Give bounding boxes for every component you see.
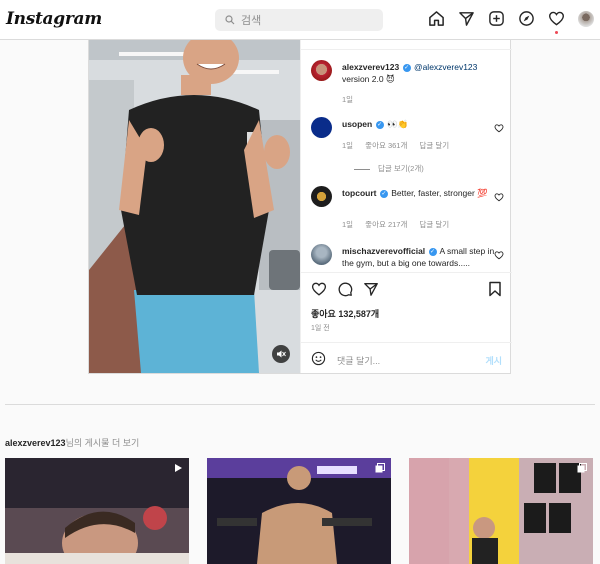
emoji-icon[interactable] <box>311 351 326 366</box>
reel-icon <box>175 464 182 472</box>
comment-like-icon[interactable] <box>494 192 504 202</box>
comment-text-block: usopen ✓ 👀👏 <box>342 118 502 130</box>
comment-username[interactable]: mischazverevofficial <box>342 246 425 256</box>
comment-likes[interactable]: 좋아요 361개 <box>365 141 407 150</box>
posted-ago[interactable]: 1일 전 <box>311 323 330 333</box>
verified-badge-icon: ✓ <box>428 247 437 256</box>
search-placeholder: 검색 <box>241 15 262 27</box>
more-posts-label: 님의 게시물 더 보기 <box>65 438 140 448</box>
replies-dash <box>354 168 370 170</box>
top-navigation-bar: Instagram 검색 <box>0 0 600 40</box>
comment-item: topcourt ✓ Better, faster, stronger 💯 1일… <box>311 186 506 246</box>
commenter-avatar[interactable] <box>311 244 332 265</box>
notification-dot <box>555 31 558 34</box>
comment-like-icon[interactable] <box>494 250 504 260</box>
commenter-avatar[interactable] <box>311 117 332 138</box>
more-posts-heading: alexzverev123님의 게시물 더 보기 <box>5 436 139 449</box>
post-actions: 좋아요 132,587개 1일 전 댓글 달기... 게시 <box>301 272 512 373</box>
likes-count[interactable]: 좋아요 132,587개 <box>311 307 379 320</box>
post-sidebar: alexzverev123 ✓ @alexzverev123 version 2… <box>300 40 512 373</box>
comments-top-divider <box>301 49 512 50</box>
reply-link[interactable]: 답글 달기 <box>419 220 449 229</box>
comment-item: usopen ✓ 👀👏 1일 좋아요 361개 답글 달기 답글 보기(2개) <box>311 117 506 187</box>
search-icon <box>225 15 235 25</box>
home-icon[interactable] <box>428 10 445 27</box>
commenter-avatar[interactable] <box>311 186 332 207</box>
verified-badge-icon: ✓ <box>375 120 384 129</box>
verified-badge-icon: ✓ <box>402 63 411 72</box>
comment-text: Better, faster, stronger 💯 <box>391 188 488 198</box>
post-thumbnail[interactable] <box>207 458 391 564</box>
explore-icon[interactable] <box>518 10 535 27</box>
caption-mention[interactable]: @alexzverev123 <box>414 62 477 72</box>
caption-text: version 2.0 😈 <box>342 74 395 84</box>
thumbnail-image <box>207 458 391 564</box>
multiple-images-icon <box>577 463 587 473</box>
add-comment-input[interactable]: 댓글 달기... <box>337 354 380 367</box>
post-thumbnail[interactable] <box>409 458 593 564</box>
search-input[interactable]: 검색 <box>215 9 383 31</box>
reply-link[interactable]: 답글 달기 <box>419 141 449 150</box>
action-icons <box>311 281 379 297</box>
activity-icon[interactable] <box>548 10 565 27</box>
add-comment-bar: 댓글 달기... 게시 <box>301 342 512 374</box>
section-divider <box>5 404 595 405</box>
post-thumbnail[interactable] <box>5 458 189 564</box>
more-posts-username[interactable]: alexzverev123 <box>5 438 66 448</box>
view-replies-label: 답글 보기(2개) <box>378 164 424 173</box>
comment-icon[interactable] <box>337 281 353 297</box>
multiple-images-icon <box>375 463 385 473</box>
comment-item: mischazverevofficial ✓ A small step in t… <box>311 244 506 270</box>
view-replies-link[interactable]: 답글 보기(2개) <box>354 163 424 174</box>
comment-username[interactable]: usopen <box>342 119 372 129</box>
comment-meta: 1일 좋아요 217개 답글 달기 <box>342 219 459 230</box>
comments-list: alexzverev123 ✓ @alexzverev123 version 2… <box>301 40 512 270</box>
comment-text: 👀👏 <box>386 119 409 129</box>
caption-meta: 1일 <box>342 94 363 105</box>
speaker-muted-icon <box>277 350 286 358</box>
comment-meta: 1일 좋아요 361개 답글 달기 <box>342 140 459 151</box>
comment-like-icon[interactable] <box>494 123 504 133</box>
comment-time[interactable]: 1일 <box>342 141 353 150</box>
comment-text-block: mischazverevofficial ✓ A small step in t… <box>342 245 502 269</box>
thumbnail-image <box>409 458 593 564</box>
gym-video-frame <box>89 40 300 373</box>
comment-username[interactable]: topcourt <box>342 188 376 198</box>
share-icon[interactable] <box>363 281 379 297</box>
nav-icons <box>428 10 594 27</box>
instagram-logo[interactable]: Instagram <box>6 9 102 29</box>
caption-text-block: alexzverev123 ✓ @alexzverev123 version 2… <box>342 61 502 85</box>
bookmark-icon[interactable] <box>488 281 502 297</box>
comment-time[interactable]: 1일 <box>342 220 353 229</box>
mute-button[interactable] <box>272 345 290 363</box>
comment-text-block: topcourt ✓ Better, faster, stronger 💯 <box>342 187 502 199</box>
post-card: alexzverev123 ✓ @alexzverev123 version 2… <box>88 40 512 374</box>
profile-avatar[interactable] <box>578 10 594 27</box>
caption-username[interactable]: alexzverev123 <box>342 62 399 72</box>
post-comment-button[interactable]: 게시 <box>485 354 502 367</box>
comment-likes[interactable]: 좋아요 217개 <box>365 220 407 229</box>
direct-icon[interactable] <box>458 10 475 27</box>
verified-badge-icon: ✓ <box>379 189 388 198</box>
author-avatar[interactable] <box>311 60 332 81</box>
thumbnail-image <box>5 458 189 564</box>
like-icon[interactable] <box>311 281 327 297</box>
new-post-icon[interactable] <box>488 10 505 27</box>
caption-time[interactable]: 1일 <box>342 95 353 104</box>
post-video[interactable] <box>89 40 300 373</box>
more-posts-grid <box>5 458 595 564</box>
